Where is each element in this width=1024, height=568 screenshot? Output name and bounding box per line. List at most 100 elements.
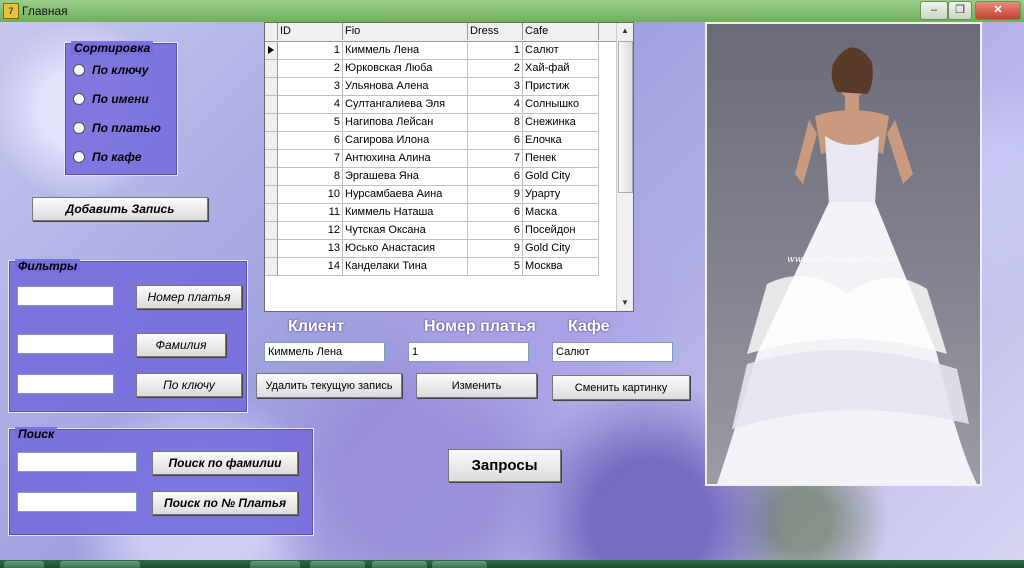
filter-key-button[interactable]: По ключу	[136, 373, 242, 397]
row-indicator[interactable]	[265, 168, 278, 186]
cell-fio[interactable]: Эргашева Яна	[343, 168, 468, 186]
cell-cafe[interactable]: Солнышко	[523, 96, 599, 114]
client-field[interactable]: Киммель Лена	[264, 342, 385, 362]
close-button[interactable]: ✕	[975, 1, 1021, 20]
queries-button[interactable]: Запросы	[448, 449, 561, 482]
cell-dress[interactable]: 3	[468, 78, 523, 96]
cell-dress[interactable]: 5	[468, 258, 523, 276]
table-row[interactable]: 10 Нурсамбаева Аина 9 Урарту	[265, 186, 599, 204]
cell-cafe[interactable]: Снежинка	[523, 114, 599, 132]
sort-option-dress[interactable]: По платью	[73, 120, 161, 136]
table-row[interactable]: 13 Юсько Анастасия 9 Gold City	[265, 240, 599, 258]
edit-button[interactable]: Изменить	[416, 373, 537, 398]
table-row[interactable]: 2 Юрковская Люба 2 Хай-фай	[265, 60, 599, 78]
maximize-button[interactable]: ❐	[948, 1, 972, 20]
taskbar-item[interactable]	[60, 561, 140, 568]
row-indicator[interactable]	[265, 60, 278, 78]
taskbar-item[interactable]	[372, 561, 427, 568]
filter-surname-input[interactable]	[17, 334, 114, 354]
scroll-thumb[interactable]	[618, 41, 633, 193]
radio-icon[interactable]	[73, 122, 85, 134]
delete-record-button[interactable]: Удалить текущую запись	[256, 373, 402, 398]
taskbar-item[interactable]	[310, 561, 365, 568]
cell-fio[interactable]: Юрковская Люба	[343, 60, 468, 78]
cell-fio[interactable]: Султангалиева Эля	[343, 96, 468, 114]
cell-cafe[interactable]: Хай-фай	[523, 60, 599, 78]
row-indicator[interactable]	[265, 240, 278, 258]
cell-cafe[interactable]: Урарту	[523, 186, 599, 204]
cell-dress[interactable]: 6	[468, 222, 523, 240]
cell-dress[interactable]: 8	[468, 114, 523, 132]
cell-id[interactable]: 6	[278, 132, 343, 150]
cell-dress[interactable]: 9	[468, 240, 523, 258]
cell-dress[interactable]: 1	[468, 42, 523, 60]
row-indicator[interactable]	[265, 114, 278, 132]
filter-dress-button[interactable]: Номер платья	[136, 285, 242, 309]
add-record-button[interactable]: Добавить Запись	[32, 197, 208, 221]
scroll-up-icon[interactable]: ▲	[617, 23, 633, 39]
row-indicator[interactable]	[265, 78, 278, 96]
table-row[interactable]: 3 Ульянова Алена 3 Пристиж	[265, 78, 599, 96]
cell-id[interactable]: 7	[278, 150, 343, 168]
change-picture-button[interactable]: Сменить картинку	[552, 375, 690, 400]
cell-dress[interactable]: 4	[468, 96, 523, 114]
search-dress-button[interactable]: Поиск по № Платья	[152, 491, 298, 515]
minimize-button[interactable]: –	[920, 1, 948, 20]
sort-option-key[interactable]: По ключу	[73, 62, 148, 78]
cell-cafe[interactable]: Пристиж	[523, 78, 599, 96]
search-dress-input[interactable]	[17, 492, 137, 512]
cell-fio[interactable]: Юсько Анастасия	[343, 240, 468, 258]
cell-fio[interactable]: Нагипова Лейсан	[343, 114, 468, 132]
cell-dress[interactable]: 7	[468, 150, 523, 168]
cell-id[interactable]: 14	[278, 258, 343, 276]
radio-icon[interactable]	[73, 93, 85, 105]
search-surname-button[interactable]: Поиск по фамилии	[152, 451, 298, 475]
column-header-cafe[interactable]: Cafe	[523, 23, 599, 40]
cell-id[interactable]: 8	[278, 168, 343, 186]
cell-dress[interactable]: 6	[468, 168, 523, 186]
cell-id[interactable]: 11	[278, 204, 343, 222]
table-row[interactable]: 12 Чутская Оксана 6 Посейдон	[265, 222, 599, 240]
column-header-fio[interactable]: Fio	[343, 23, 468, 40]
sort-option-name[interactable]: По имени	[73, 91, 149, 107]
cell-cafe[interactable]: Пенек	[523, 150, 599, 168]
filter-key-input[interactable]	[17, 374, 114, 394]
table-row[interactable]: 7 Антюхина Алина 7 Пенек	[265, 150, 599, 168]
cell-id[interactable]: 2	[278, 60, 343, 78]
cell-fio[interactable]: Сагирова Илона	[343, 132, 468, 150]
radio-icon[interactable]	[73, 64, 85, 76]
cell-dress[interactable]: 2	[468, 60, 523, 78]
cell-dress[interactable]: 9	[468, 186, 523, 204]
cell-id[interactable]: 12	[278, 222, 343, 240]
row-indicator[interactable]	[265, 204, 278, 222]
cell-dress[interactable]: 6	[468, 132, 523, 150]
current-row-indicator-icon[interactable]	[265, 42, 278, 60]
cell-fio[interactable]: Антюхина Алина	[343, 150, 468, 168]
taskbar-item[interactable]	[432, 561, 487, 568]
row-indicator[interactable]	[265, 96, 278, 114]
cell-dress[interactable]: 6	[468, 204, 523, 222]
cell-fio[interactable]: Киммель Лена	[343, 42, 468, 60]
row-indicator[interactable]	[265, 132, 278, 150]
cell-id[interactable]: 1	[278, 42, 343, 60]
cell-cafe[interactable]: Gold City	[523, 168, 599, 186]
radio-icon[interactable]	[73, 151, 85, 163]
cell-id[interactable]: 5	[278, 114, 343, 132]
cell-fio[interactable]: Канделаки Тина	[343, 258, 468, 276]
cell-id[interactable]: 10	[278, 186, 343, 204]
table-row[interactable]: 1 Киммель Лена 1 Салют	[265, 42, 599, 60]
cell-cafe[interactable]: Москва	[523, 258, 599, 276]
cell-cafe[interactable]: Маска	[523, 204, 599, 222]
row-indicator[interactable]	[265, 150, 278, 168]
cell-cafe[interactable]: Салют	[523, 42, 599, 60]
dress-number-field[interactable]: 1	[408, 342, 529, 362]
row-indicator[interactable]	[265, 222, 278, 240]
table-row[interactable]: 14 Канделаки Тина 5 Москва	[265, 258, 599, 276]
table-row[interactable]: 8 Эргашева Яна 6 Gold City	[265, 168, 599, 186]
table-row[interactable]: 6 Сагирова Илона 6 Елочка	[265, 132, 599, 150]
cell-cafe[interactable]: Посейдон	[523, 222, 599, 240]
scroll-down-icon[interactable]: ▼	[617, 295, 633, 311]
search-surname-input[interactable]	[17, 452, 137, 472]
cell-cafe[interactable]: Елочка	[523, 132, 599, 150]
table-row[interactable]: 4 Султангалиева Эля 4 Солнышко	[265, 96, 599, 114]
